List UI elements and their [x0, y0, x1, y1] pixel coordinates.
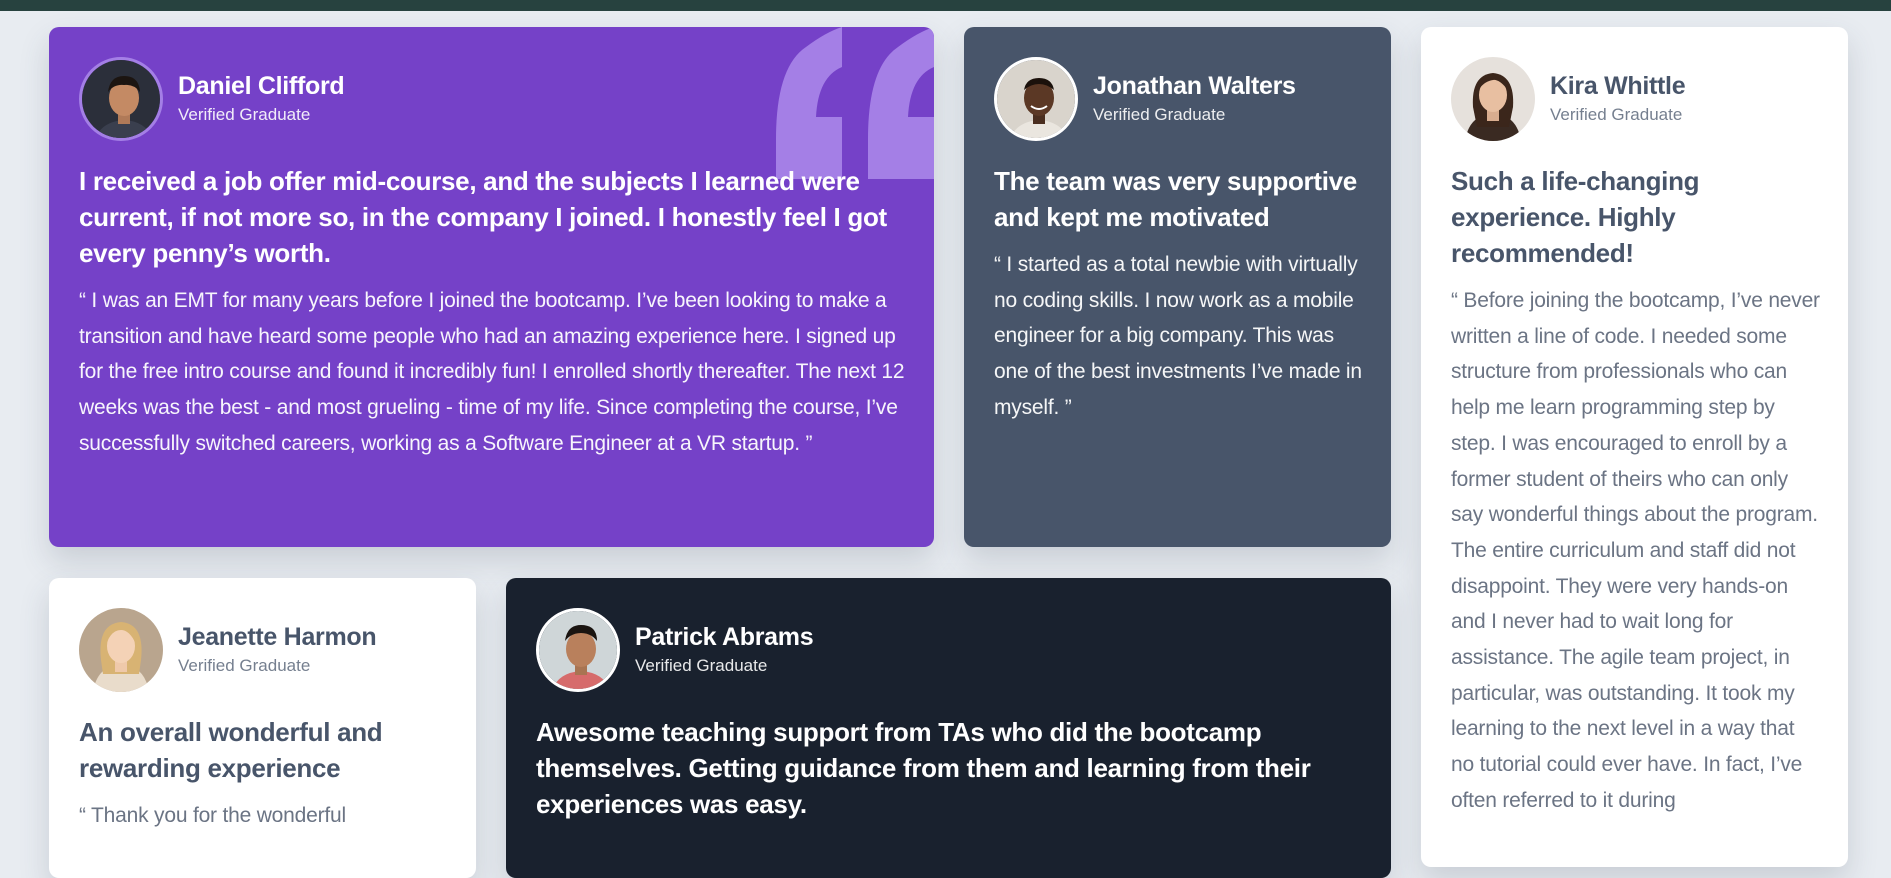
- testimonial-quote: “ I started as a total newbie with virtu…: [994, 253, 1362, 419]
- testimonial-card-kira-whittle: Kira Whittle Verified Graduate Such a li…: [1421, 27, 1848, 867]
- author-name: Patrick Abrams: [635, 623, 814, 651]
- testimonial-quote: “ Before joining the bootcamp, I’ve neve…: [1451, 289, 1820, 812]
- avatar: [79, 57, 163, 141]
- testimonial-quote: “ Thank you for the wonderful: [79, 804, 346, 827]
- man-portrait-icon: [997, 60, 1075, 138]
- testimonial-card-jeanette-harmon: Jeanette Harmon Verified Graduate An ove…: [49, 578, 476, 878]
- woman-portrait-icon: [1451, 57, 1535, 141]
- avatar: [536, 608, 620, 692]
- testimonial-quote: “ I was an EMT for many years before I j…: [79, 289, 905, 455]
- author-role: Verified Graduate: [635, 656, 768, 675]
- testimonial-headline: Such a life-changing experience. Highly …: [1451, 166, 1700, 268]
- testimonial-card-daniel-clifford: Daniel Clifford Verified Graduate I rece…: [49, 27, 934, 547]
- author-name: Daniel Clifford: [178, 72, 345, 100]
- top-accent-bar: [0, 0, 1891, 11]
- testimonial-card-jonathan-walters: Jonathan Walters Verified Graduate The t…: [964, 27, 1391, 547]
- testimonial-headline: An overall wonderful and rewarding exper…: [79, 717, 383, 783]
- testimonial-card-patrick-abrams: Patrick Abrams Verified Graduate Awesome…: [506, 578, 1391, 878]
- author-name: Kira Whittle: [1550, 72, 1686, 100]
- avatar: [1451, 57, 1535, 141]
- woman-portrait-icon: [79, 608, 163, 692]
- author-name: Jonathan Walters: [1093, 72, 1296, 100]
- author-role: Verified Graduate: [178, 105, 311, 124]
- avatar: [79, 608, 163, 692]
- author-name: Jeanette Harmon: [178, 623, 377, 651]
- testimonial-headline: The team was very supportive and kept me…: [994, 166, 1357, 232]
- man-portrait-icon: [539, 611, 617, 689]
- author-role: Verified Graduate: [178, 656, 311, 675]
- author-role: Verified Graduate: [1550, 105, 1683, 124]
- testimonial-headline: I received a job offer mid-course, and t…: [79, 166, 887, 268]
- author-role: Verified Graduate: [1093, 105, 1226, 124]
- avatar: [994, 57, 1078, 141]
- testimonial-headline: Awesome teaching support from TAs who di…: [536, 717, 1311, 819]
- man-portrait-icon: [82, 60, 160, 138]
